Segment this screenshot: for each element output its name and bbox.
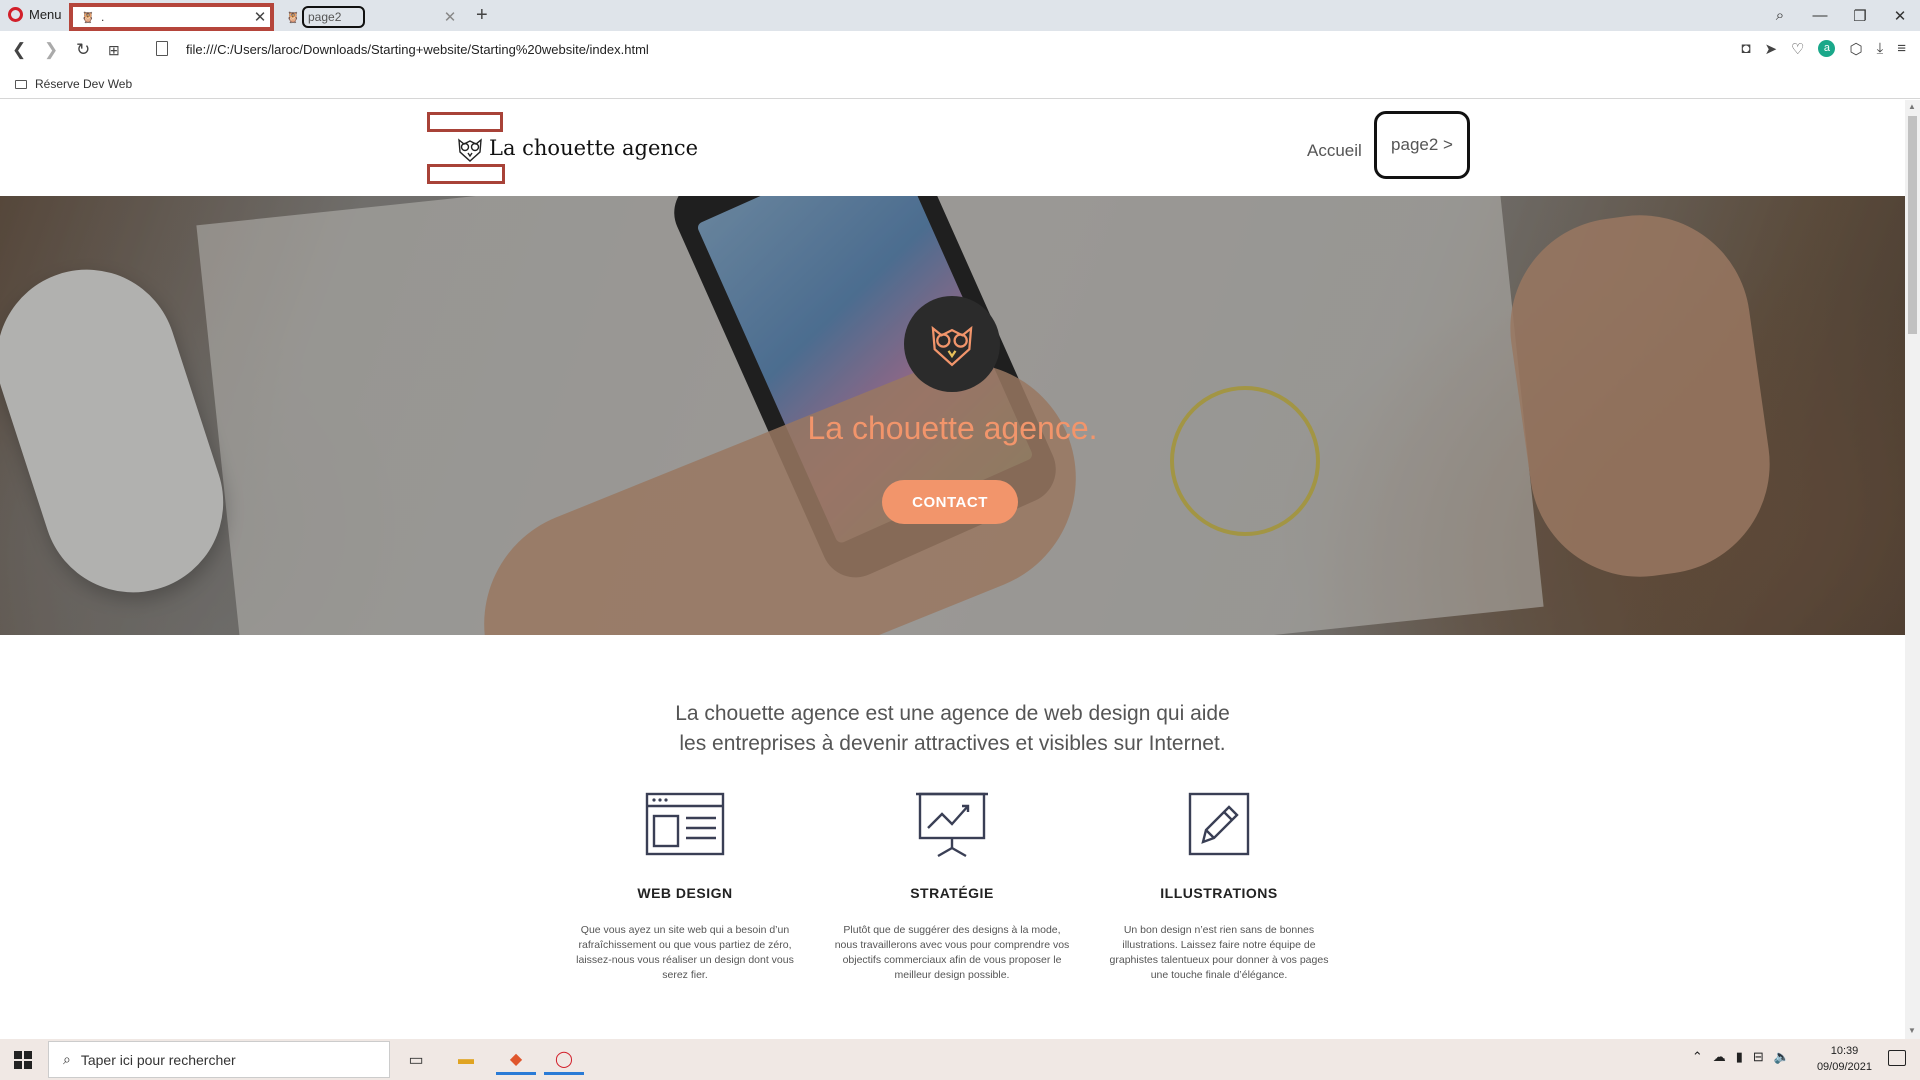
task-view-icon[interactable]: ▭ (396, 1045, 436, 1075)
feature-strategie: STRATÉGIE Plutôt que de suggérer des des… (834, 792, 1070, 983)
folder-icon (15, 79, 27, 89)
file-explorer-icon[interactable]: ▬ (446, 1045, 486, 1075)
taskbar-clock[interactable]: 10:39 09/09/2021 (1817, 1043, 1872, 1075)
site-header: La chouette agence Accueil page2 > (0, 100, 1905, 196)
tab-grid-icon[interactable]: ⊞ (108, 42, 120, 59)
tab-title: . (101, 10, 105, 24)
browser-tab-bar: Menu 🦉 . ✕ 🦉 page2 ✕ + ⌕ — ❐ ✕ (0, 0, 1920, 31)
hero-title: La chouette agence. (807, 410, 1098, 446)
web-layout-icon (645, 792, 725, 856)
scroll-down-icon[interactable]: ▼ (1908, 1026, 1916, 1035)
feature-title: STRATÉGIE (910, 885, 994, 901)
url-field[interactable]: file:///C:/Users/laroc/Downloads/Startin… (186, 42, 649, 57)
feature-description: Plutôt que de suggérer des designs à la … (834, 924, 1070, 981)
account-icon[interactable]: a (1818, 40, 1836, 57)
page-viewport: La chouette agence Accueil page2 > La ch… (0, 100, 1905, 1039)
minimize-icon[interactable]: — (1800, 7, 1840, 24)
nav-link-accueil[interactable]: Accueil (1307, 141, 1362, 161)
forward-icon[interactable]: ❯ (44, 40, 58, 60)
presentation-chart-icon (916, 792, 988, 858)
volume-icon[interactable]: 🔈 (1774, 1049, 1790, 1065)
nav-link-page2[interactable]: page2 > (1374, 111, 1470, 179)
toolbar-icons: ◘ ➤ ♡ a ⬡ ⤓ ≡ (1741, 40, 1906, 58)
tab-page2[interactable]: 🦉 page2 ✕ (278, 3, 468, 31)
battery-icon[interactable]: ▮ (1736, 1049, 1743, 1065)
owl-favicon-icon: 🦉 (286, 11, 300, 24)
back-icon[interactable]: ❮ (12, 40, 26, 60)
feature-illustrations: ILLUSTRATIONS Un bon design n’est rien s… (1101, 792, 1337, 983)
pencil-icon (1188, 792, 1250, 856)
onedrive-icon[interactable]: ☁ (1713, 1049, 1726, 1065)
intro-text: La chouette agence est une agence de web… (0, 699, 1905, 759)
tab-title: page2 (302, 6, 366, 28)
opera-browser-icon[interactable]: ◯ (544, 1045, 584, 1075)
reload-icon[interactable]: ↻ (76, 40, 90, 60)
intro-line: les entreprises à devenir attractives et… (679, 732, 1226, 755)
logo-highlight-box (427, 112, 503, 132)
send-icon[interactable]: ➤ (1764, 40, 1777, 58)
site-logo[interactable]: La chouette agence (427, 112, 698, 184)
address-bar: ❮ ❯ ↻ ⊞ file:///C:/Users/laroc/Downloads… (0, 31, 1920, 69)
windows-taskbar: ⌕ Taper ici pour rechercher ▭ ▬ ◆ ◯ ⌃ ☁ … (0, 1039, 1920, 1080)
close-tab-icon[interactable]: ✕ (440, 8, 460, 26)
brave-browser-icon[interactable]: ◆ (496, 1045, 536, 1075)
scroll-up-icon[interactable]: ▲ (1908, 102, 1916, 111)
new-tab-button[interactable]: + (476, 4, 488, 27)
taskbar-search[interactable]: ⌕ Taper ici pour rechercher (48, 1041, 390, 1078)
bookmarks-bar: Réserve Dev Web (0, 69, 1920, 99)
feature-web-design: WEB DESIGN Que vous ayez un site web qui… (567, 792, 803, 983)
hero-section: La chouette agence. CONTACT (0, 196, 1905, 635)
window-controls: ⌕ — ❐ ✕ (1760, 0, 1920, 31)
scroll-thumb[interactable] (1908, 116, 1917, 334)
bookmark-label: Réserve Dev Web (35, 77, 133, 91)
download-icon[interactable]: ⤓ (1877, 40, 1884, 58)
clock-time: 10:39 (1830, 1045, 1859, 1057)
heart-icon[interactable]: ♡ (1791, 40, 1804, 58)
notification-icon[interactable] (1888, 1050, 1906, 1066)
feature-description: Que vous ayez un site web qui a besoin d… (576, 924, 794, 981)
taskbar-search-placeholder: Taper ici pour rechercher (80, 1051, 236, 1068)
tab-index[interactable]: 🦉 . ✕ (69, 3, 274, 31)
cube-icon[interactable]: ⬡ (1849, 40, 1862, 58)
chevron-up-icon[interactable]: ⌃ (1692, 1049, 1703, 1065)
opera-logo-icon (8, 7, 23, 22)
opera-menu-button[interactable]: Menu (8, 7, 62, 22)
feature-title: WEB DESIGN (637, 885, 733, 901)
logo-highlight-box (427, 164, 505, 184)
menu-label: Menu (29, 7, 62, 22)
owl-favicon-icon: 🦉 (81, 11, 95, 24)
close-tab-icon[interactable]: ✕ (250, 8, 270, 26)
page-scrollbar[interactable]: ▲ ▼ (1905, 100, 1920, 1039)
windows-start-icon[interactable] (14, 1051, 32, 1069)
bookmark-folder[interactable]: Réserve Dev Web (15, 77, 132, 91)
hero-logo (904, 296, 1000, 392)
intro-line: La chouette agence est une agence de web… (675, 702, 1230, 725)
search-icon: ⌕ (63, 1051, 71, 1067)
logo-text: La chouette agence (489, 136, 699, 160)
network-icon[interactable]: ⊟ (1753, 1049, 1764, 1065)
clock-date: 09/09/2021 (1816, 1061, 1872, 1073)
contact-button[interactable]: CONTACT (882, 480, 1018, 524)
restore-icon[interactable]: ❐ (1840, 7, 1880, 25)
owl-logo-icon (458, 138, 482, 162)
easy-setup-icon[interactable]: ≡ (1897, 40, 1906, 58)
system-tray: ⌃ ☁ ▮ ⊟ 🔈 (1692, 1049, 1790, 1065)
owl-logo-icon (931, 325, 973, 367)
feature-title: ILLUSTRATIONS (1160, 885, 1278, 901)
snapshot-icon[interactable]: ◘ (1741, 40, 1750, 58)
search-tabs-icon[interactable]: ⌕ (1760, 7, 1800, 24)
page-icon (156, 41, 168, 56)
close-window-icon[interactable]: ✕ (1880, 7, 1920, 25)
feature-description: Un bon design n’est rien sans de bonnes … (1109, 924, 1329, 981)
